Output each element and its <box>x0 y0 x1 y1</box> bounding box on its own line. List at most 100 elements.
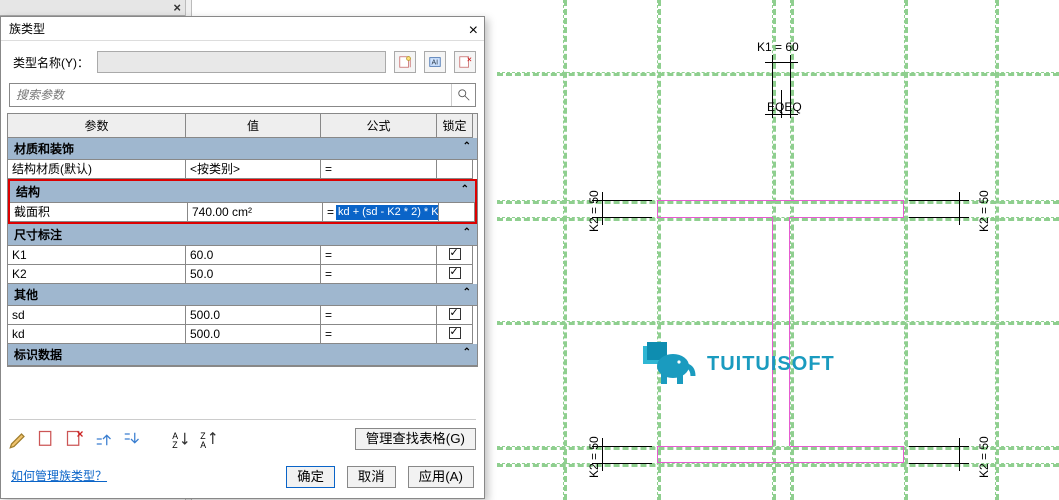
search-input[interactable] <box>10 84 451 106</box>
move-up-icon[interactable] <box>93 429 113 449</box>
dim-k2-label-bl[interactable]: K2 = 50 <box>587 436 601 478</box>
group-caret-icon: ⌃ <box>463 227 471 238</box>
param-formula[interactable]: = <box>321 306 437 325</box>
param-formula[interactable]: = <box>321 246 437 265</box>
table-row[interactable]: sd 500.0 = <box>8 306 477 325</box>
beam-top-flange[interactable] <box>657 200 904 217</box>
param-value[interactable]: 500.0 <box>186 325 321 344</box>
dialog-titlebar: 族类型 × <box>1 17 484 41</box>
table-header: 参数 值 公式 锁定 <box>8 114 477 138</box>
param-value[interactable]: 740.00 cm² <box>188 203 323 222</box>
lock-checkbox[interactable] <box>449 308 461 320</box>
param-lock[interactable] <box>437 306 473 325</box>
structure-highlight: 结构 ⌃ 截面积 740.00 cm² = kd + (sd - K2 * 2)… <box>8 179 477 224</box>
help-link[interactable]: 如何管理族类型？ <box>11 467 107 484</box>
watermark-elephant-icon <box>637 340 701 388</box>
param-value[interactable]: 60.0 <box>186 246 321 265</box>
new-param-icon[interactable] <box>37 429 57 449</box>
manage-lookup-button[interactable]: 管理查找表格(G) <box>355 428 476 450</box>
group-caret-icon: ⌃ <box>463 347 471 358</box>
ref-plane-h <box>497 72 1059 76</box>
formula-equals: = <box>327 205 334 220</box>
col-lock-header[interactable]: 锁定 <box>437 114 473 138</box>
beam-bottom-flange[interactable] <box>657 446 904 463</box>
group-caret-icon: ⌃ <box>463 287 471 298</box>
dim-ext-line <box>909 463 969 464</box>
group-other[interactable]: 其他 ⌃ <box>8 284 477 306</box>
param-formula[interactable]: = <box>321 160 437 179</box>
tab-close-icon[interactable]: × <box>173 0 181 15</box>
group-dims[interactable]: 尺寸标注 ⌃ <box>8 224 477 246</box>
lock-checkbox[interactable] <box>449 327 461 339</box>
col-formula-header[interactable]: 公式 <box>321 114 437 138</box>
dim-ext-line <box>790 55 791 95</box>
watermark-text: TUITUISOFT <box>707 353 835 376</box>
col-param-header[interactable]: 参数 <box>8 114 186 138</box>
dim-k2-label-br[interactable]: K2 = 50 <box>977 436 991 478</box>
dim-line <box>602 438 603 471</box>
param-name: K2 <box>8 265 186 284</box>
dialog-buttons: 确定 取消 应用(A) <box>286 466 474 488</box>
group-structure-title: 结构 <box>16 185 40 199</box>
param-lock[interactable] <box>437 246 473 265</box>
search-bar <box>9 83 476 107</box>
ref-plane-v <box>904 0 908 500</box>
group-material[interactable]: 材质和装饰 ⌃ <box>8 138 477 160</box>
cancel-button[interactable]: 取消 <box>347 466 396 488</box>
table-row[interactable]: kd 500.0 = <box>8 325 477 344</box>
parameter-table: 参数 值 公式 锁定 材质和装饰 ⌃ 结构材质(默认) <按类别> = 结构 ⌃… <box>7 113 478 367</box>
group-other-title: 其他 <box>14 288 38 302</box>
dialog-bottom-toolbar: AZ ZA 管理查找表格(G) <box>9 419 476 450</box>
dim-ext-line <box>592 217 652 218</box>
beam-web[interactable] <box>772 217 790 446</box>
apply-button[interactable]: 应用(A) <box>408 466 474 488</box>
ref-plane-v <box>563 0 567 500</box>
ref-plane-h <box>497 463 1059 467</box>
typename-label: 类型名称(Y)： <box>13 54 89 71</box>
table-row[interactable]: 结构材质(默认) <按类别> = <box>8 160 477 179</box>
tab-strip: × <box>0 0 185 16</box>
sort-asc-icon[interactable]: AZ <box>171 429 191 449</box>
param-formula-editing[interactable]: = kd + (sd - K2 * 2) * K1 <box>323 203 439 222</box>
ok-button[interactable]: 确定 <box>286 466 335 488</box>
table-row[interactable]: 截面积 740.00 cm² = kd + (sd - K2 * 2) * K1 <box>10 203 475 222</box>
sort-desc-icon[interactable]: ZA <box>199 429 219 449</box>
param-value[interactable]: <按类别> <box>186 160 321 179</box>
lock-checkbox[interactable] <box>449 248 461 260</box>
group-structure[interactable]: 结构 ⌃ <box>10 181 475 203</box>
col-value-header[interactable]: 值 <box>186 114 321 138</box>
lock-checkbox[interactable] <box>449 267 461 279</box>
typename-combo[interactable] <box>97 51 386 73</box>
param-lock[interactable] <box>437 265 473 284</box>
table-row[interactable]: K1 60.0 = <box>8 246 477 265</box>
delete-param-icon[interactable] <box>65 429 85 449</box>
drawing-canvas[interactable]: K1 = 60 EQEQ K2 = 50 K2 = 50 K2 = 50 K2 … <box>497 0 1059 500</box>
dialog-close-button[interactable]: × <box>469 19 478 43</box>
param-name: 结构材质(默认) <box>8 160 186 179</box>
new-type-button[interactable] <box>394 51 416 73</box>
dim-ext-line <box>592 200 652 201</box>
param-formula[interactable]: = <box>321 265 437 284</box>
group-ident[interactable]: 标识数据 ⌃ <box>8 344 477 366</box>
param-lock[interactable] <box>437 160 473 179</box>
param-value[interactable]: 50.0 <box>186 265 321 284</box>
move-down-icon[interactable] <box>121 429 141 449</box>
formula-selected-text: kd + (sd - K2 * 2) * K1 <box>336 205 439 220</box>
param-formula[interactable]: = <box>321 325 437 344</box>
param-name: sd <box>8 306 186 325</box>
dim-line <box>959 438 960 471</box>
rename-type-button[interactable]: AI <box>424 51 446 73</box>
param-value[interactable]: 500.0 <box>186 306 321 325</box>
param-lock[interactable] <box>437 325 473 344</box>
param-lock[interactable] <box>439 203 475 222</box>
delete-type-button[interactable] <box>454 51 476 73</box>
dim-k2-label-tr[interactable]: K2 = 50 <box>977 190 991 232</box>
edit-param-icon[interactable] <box>9 429 29 449</box>
beam-edge <box>657 217 772 218</box>
table-row[interactable]: K2 50.0 = <box>8 265 477 284</box>
search-icon[interactable] <box>451 84 475 106</box>
dim-line <box>765 62 798 63</box>
dim-ext-line <box>592 463 652 464</box>
dim-k2-label-tl[interactable]: K2 = 50 <box>587 190 601 232</box>
dim-k1-label[interactable]: K1 = 60 <box>757 40 799 54</box>
